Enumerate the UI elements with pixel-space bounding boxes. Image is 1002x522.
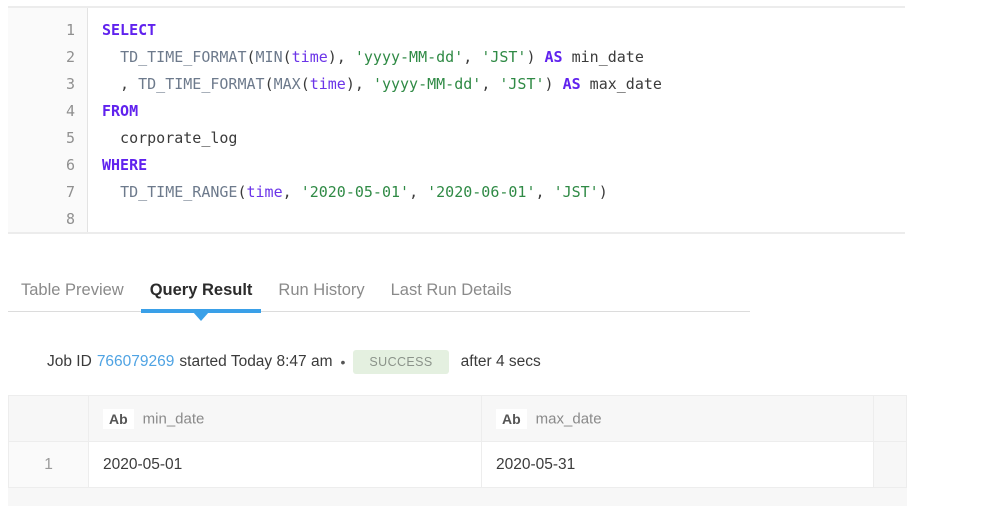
column-header-label: min_date bbox=[142, 410, 205, 427]
sql-code-area[interactable]: SELECT TD_TIME_FORMAT(MIN(time), 'yyyy-M… bbox=[88, 8, 905, 232]
code-token: FROM bbox=[102, 102, 139, 120]
code-token: MAX bbox=[273, 75, 301, 93]
cell-partial bbox=[88, 487, 482, 506]
code-token: '2020-06-01' bbox=[427, 183, 536, 201]
tab-label: Query Result bbox=[149, 280, 253, 299]
code-line: , TD_TIME_FORMAT(MAX(time), 'yyyy-MM-dd'… bbox=[102, 71, 905, 98]
code-token: MIN bbox=[255, 48, 283, 66]
tab-label: Table Preview bbox=[21, 280, 124, 299]
code-token: TD_TIME_FORMAT bbox=[120, 48, 247, 66]
code-token: 'yyyy-MM-dd' bbox=[372, 75, 482, 93]
tab-run-history[interactable]: Run History bbox=[265, 268, 377, 312]
tab-table-preview[interactable]: Table Preview bbox=[8, 268, 137, 312]
table-row[interactable]: 1 2020-05-01 2020-05-31 bbox=[8, 441, 907, 488]
line-number: 5 bbox=[65, 129, 75, 147]
separator-dot-icon: • bbox=[340, 354, 346, 370]
code-token: , bbox=[481, 75, 500, 93]
code-token: ) bbox=[526, 48, 545, 66]
code-token: AS bbox=[544, 48, 563, 66]
code-token: SELECT bbox=[102, 21, 157, 39]
table-header-filler bbox=[873, 395, 907, 442]
line-number: 3 bbox=[65, 75, 75, 93]
code-token: AS bbox=[562, 75, 581, 93]
code-token: ( bbox=[237, 183, 247, 201]
status-badge: SUCCESS bbox=[353, 350, 449, 374]
code-line: TD_TIME_FORMAT(MIN(time), 'yyyy-MM-dd', … bbox=[102, 44, 905, 71]
code-line: SELECT bbox=[102, 17, 905, 44]
code-token: ), bbox=[327, 48, 355, 66]
column-header-label: max_date bbox=[535, 410, 602, 427]
tab-label: Last Run Details bbox=[390, 280, 512, 299]
cell-max-date[interactable]: 2020-05-31 bbox=[481, 441, 874, 488]
code-token: time bbox=[246, 183, 283, 201]
code-token: ( bbox=[282, 48, 292, 66]
code-token: , bbox=[409, 183, 428, 201]
code-token: ) bbox=[544, 75, 563, 93]
cell-partial bbox=[481, 487, 874, 506]
row-filler-cell bbox=[873, 441, 907, 488]
code-token: corporate_log bbox=[102, 129, 238, 147]
table-header-row: Ab min_date Ab max_date bbox=[8, 395, 907, 442]
job-started-text: started Today 8:47 am bbox=[179, 353, 333, 370]
code-token: time bbox=[309, 75, 346, 93]
job-id-link[interactable]: 766079269 bbox=[97, 353, 175, 371]
code-token: ( bbox=[300, 75, 310, 93]
code-token: 'JST' bbox=[481, 48, 527, 66]
code-line: TD_TIME_RANGE(time, '2020-05-01', '2020-… bbox=[102, 179, 905, 206]
code-token: ), bbox=[345, 75, 373, 93]
line-number: 8 bbox=[65, 210, 75, 228]
code-token: '2020-05-01' bbox=[300, 183, 410, 201]
line-number: 2 bbox=[65, 48, 75, 66]
table-row-partial bbox=[8, 487, 907, 506]
line-number: 4 bbox=[65, 102, 75, 120]
row-number-header bbox=[8, 395, 89, 442]
result-panel-tabs: Table Preview Query Result Run History L… bbox=[8, 268, 750, 321]
code-token: time bbox=[291, 48, 328, 66]
code-line: WHERE bbox=[102, 152, 905, 179]
job-id-prefix-label: Job ID bbox=[47, 353, 92, 370]
row-filler-cell-partial bbox=[873, 487, 907, 506]
row-index-cell: 1 bbox=[8, 441, 89, 488]
code-token: , bbox=[282, 183, 301, 201]
tab-label: Run History bbox=[278, 280, 365, 299]
row-index-cell-partial bbox=[8, 487, 89, 506]
code-token: 'JST' bbox=[499, 75, 545, 93]
line-number: 6 bbox=[65, 156, 75, 174]
active-tab-caret-icon bbox=[193, 311, 210, 321]
code-token: 'JST' bbox=[553, 183, 599, 201]
code-token: , bbox=[102, 75, 139, 93]
tab-query-result[interactable]: Query Result bbox=[137, 268, 266, 321]
sql-editor[interactable]: 1 2 3 4 5 6 7 8 SELECT TD_TIME_FORMAT(MI… bbox=[8, 6, 905, 234]
code-line: FROM bbox=[102, 98, 905, 125]
code-token: TD_TIME_RANGE bbox=[120, 183, 238, 201]
line-number: 7 bbox=[65, 183, 75, 201]
cell-min-date[interactable]: 2020-05-01 bbox=[88, 441, 482, 488]
code-token: , bbox=[535, 183, 554, 201]
code-token: ) bbox=[598, 183, 608, 201]
code-token: max_date bbox=[580, 75, 662, 93]
job-status-line: Job ID 766079269 started Today 8:47 am •… bbox=[47, 348, 546, 376]
code-token: min_date bbox=[562, 48, 644, 66]
code-token: 'yyyy-MM-dd' bbox=[354, 48, 464, 66]
line-number: 1 bbox=[65, 21, 75, 39]
query-result-table: Ab min_date Ab max_date 1 2020-05-01 2020-… bbox=[8, 395, 907, 506]
editor-line-number-gutter: 1 2 3 4 5 6 7 8 bbox=[8, 8, 88, 232]
column-type-text-icon: Ab bbox=[103, 408, 134, 429]
code-line: corporate_log bbox=[102, 125, 905, 152]
code-token: WHERE bbox=[102, 156, 148, 174]
code-token: TD_TIME_FORMAT bbox=[138, 75, 265, 93]
code-token: , bbox=[463, 48, 482, 66]
column-header-min-date[interactable]: Ab min_date bbox=[88, 395, 482, 442]
code-token: ( bbox=[264, 75, 274, 93]
code-token: ( bbox=[246, 48, 256, 66]
tab-last-run-details[interactable]: Last Run Details bbox=[378, 268, 525, 312]
column-type-text-icon: Ab bbox=[496, 408, 527, 429]
column-header-max-date[interactable]: Ab max_date bbox=[481, 395, 874, 442]
job-duration-text: after 4 secs bbox=[460, 353, 541, 370]
